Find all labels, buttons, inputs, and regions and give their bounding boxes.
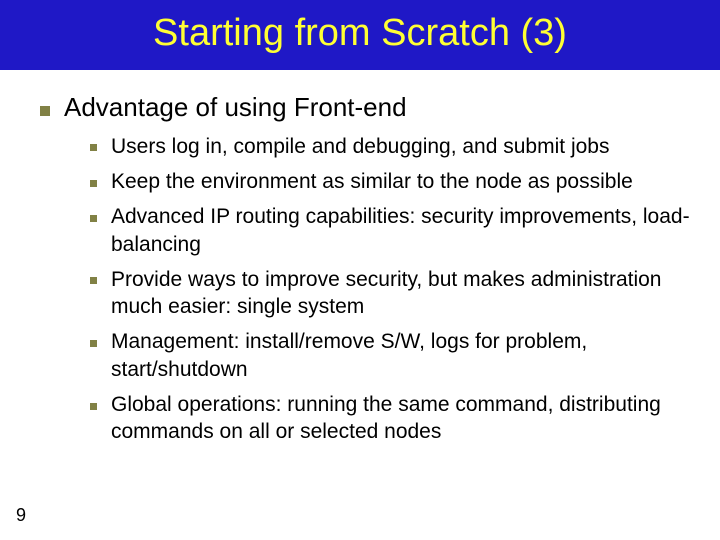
bullet-icon	[90, 144, 97, 151]
list-item: Users log in, compile and debugging, and…	[90, 133, 690, 160]
bullet-icon	[90, 340, 97, 347]
bullet-icon	[90, 403, 97, 410]
list-item-text: Users log in, compile and debugging, and…	[111, 133, 609, 160]
section-heading: Advantage of using Front-end	[40, 92, 690, 123]
bullet-icon	[90, 180, 97, 187]
slide-title: Starting from Scratch (3)	[0, 0, 720, 70]
list-item-text: Management: install/remove S/W, logs for…	[111, 328, 690, 383]
bullet-icon	[40, 106, 50, 116]
bullet-icon	[90, 215, 97, 222]
section-heading-text: Advantage of using Front-end	[64, 92, 407, 123]
list-item: Provide ways to improve security, but ma…	[90, 266, 690, 321]
list-item: Management: install/remove S/W, logs for…	[90, 328, 690, 383]
bullet-icon	[90, 277, 97, 284]
list-item-text: Advanced IP routing capabilities: securi…	[111, 203, 690, 258]
slide-number: 9	[16, 505, 26, 526]
slide: Starting from Scratch (3) Advantage of u…	[0, 0, 720, 540]
list-item-text: Provide ways to improve security, but ma…	[111, 266, 690, 321]
bullet-list: Users log in, compile and debugging, and…	[90, 133, 690, 446]
list-item: Advanced IP routing capabilities: securi…	[90, 203, 690, 258]
list-item-text: Global operations: running the same comm…	[111, 391, 690, 446]
list-item: Keep the environment as similar to the n…	[90, 168, 690, 195]
list-item: Global operations: running the same comm…	[90, 391, 690, 446]
list-item-text: Keep the environment as similar to the n…	[111, 168, 633, 195]
slide-body: Advantage of using Front-end Users log i…	[0, 70, 720, 446]
